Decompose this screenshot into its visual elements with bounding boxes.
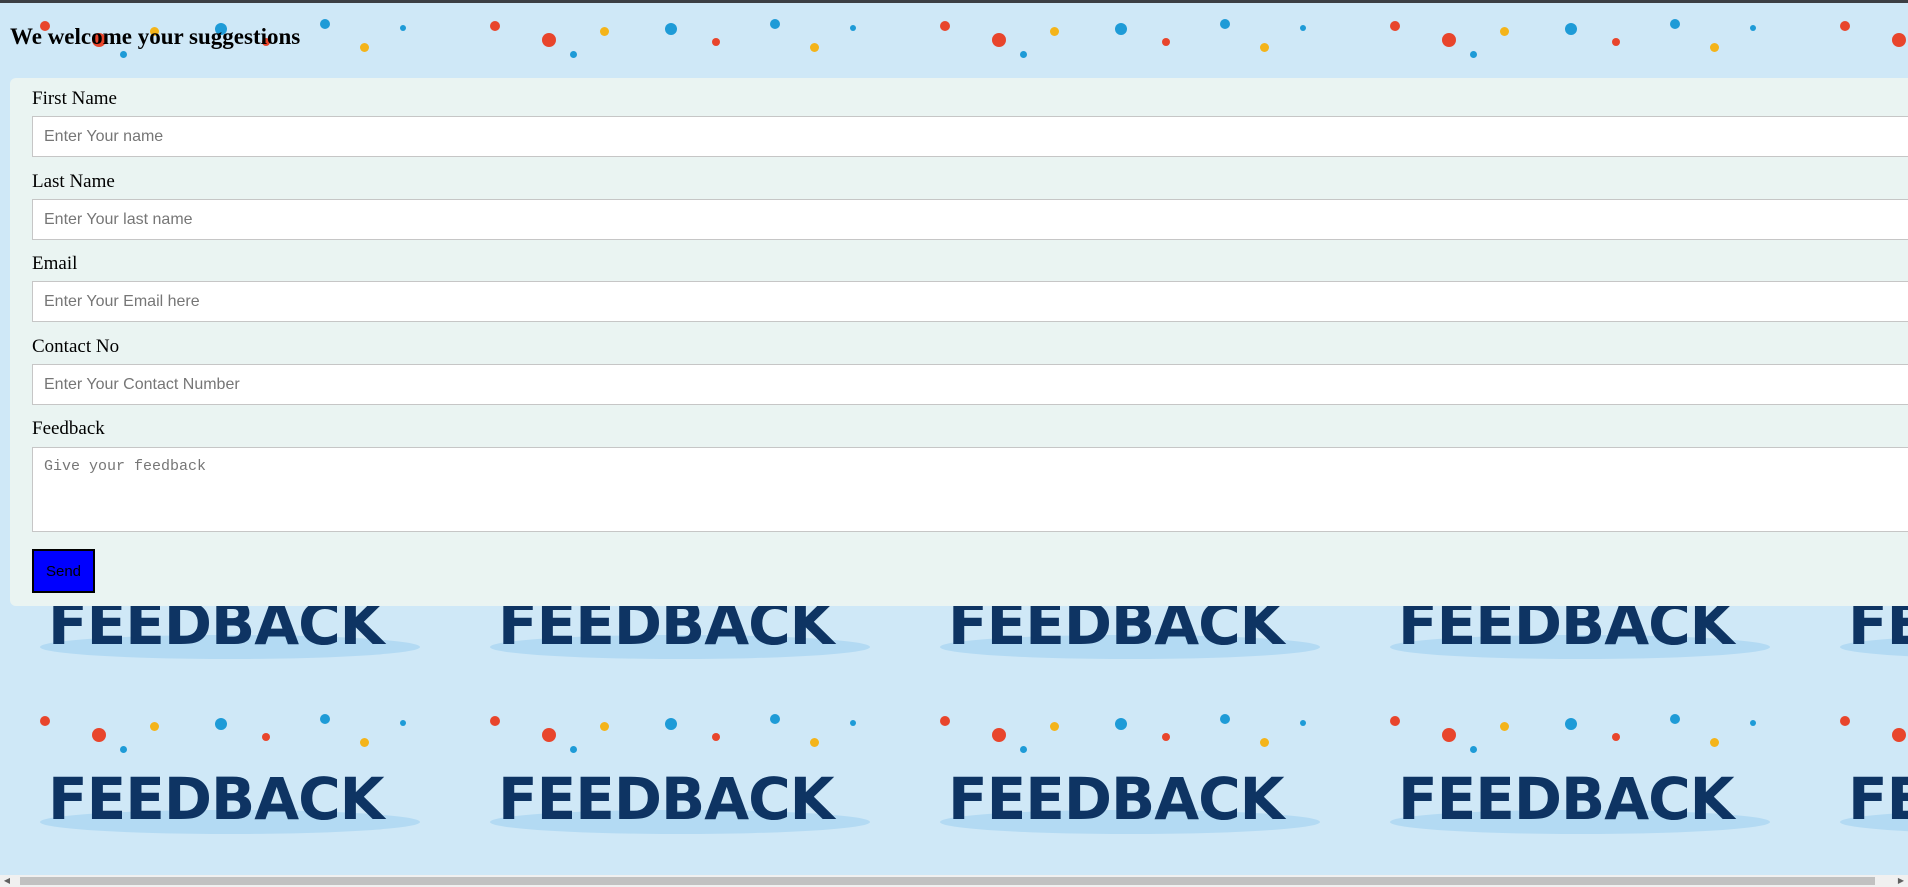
decor-dot-icon (1442, 33, 1456, 47)
feedback-banner-word: FEEDBACK (498, 765, 835, 833)
contact-label: Contact No (32, 336, 120, 357)
decor-dot-icon (1612, 38, 1620, 46)
decor-dot-icon (360, 738, 369, 747)
decor-dot-icon (1115, 23, 1127, 35)
decor-dot-icon (770, 19, 780, 29)
decor-dot-icon (215, 718, 227, 730)
decor-dot-icon (1020, 746, 1027, 753)
feedback-banner-tile: FEEDBACK (450, 698, 900, 848)
decor-dot-icon (1260, 738, 1269, 747)
feedback-banner-tile: FEEDBACK (0, 698, 450, 848)
decor-dot-icon (1115, 718, 1127, 730)
decor-dot-icon (1390, 21, 1400, 31)
decor-dot-icon (600, 27, 609, 36)
decor-dot-icon (1710, 738, 1719, 747)
decor-dot-icon (940, 716, 950, 726)
decor-dot-icon (1050, 27, 1059, 36)
feedback-banner-tile: FEEDBACK (900, 698, 1350, 848)
decor-dot-icon (992, 728, 1006, 742)
decor-dot-icon (1470, 746, 1477, 753)
decor-dot-icon (542, 728, 556, 742)
feedback-banner-word: FEEDBACK (48, 765, 385, 833)
decor-dot-icon (665, 23, 677, 35)
feedback-banner-word: FEEDBACK (1398, 765, 1735, 833)
decor-dot-icon (1670, 714, 1680, 724)
scroll-left-arrow-icon[interactable]: ◀ (0, 875, 14, 887)
decor-dot-icon (150, 722, 159, 731)
decor-dot-icon (770, 714, 780, 724)
decor-dot-icon (1390, 716, 1400, 726)
decor-dot-icon (850, 25, 856, 31)
last-name-label: Last Name (32, 171, 115, 192)
decor-dot-icon (1300, 720, 1306, 726)
decor-dot-icon (120, 51, 127, 58)
decor-dot-icon (1162, 733, 1170, 741)
decor-dot-icon (490, 21, 500, 31)
decor-dot-icon (1840, 716, 1850, 726)
decor-dot-icon (665, 718, 677, 730)
feedback-banner-word: FEEDBACK (1848, 765, 1908, 833)
decor-dot-icon (120, 746, 127, 753)
feedback-label: Feedback (32, 418, 105, 439)
scroll-right-arrow-icon[interactable]: ▶ (1894, 875, 1908, 887)
decor-dot-icon (1220, 714, 1230, 724)
decor-dot-icon (850, 720, 856, 726)
decor-dot-icon (570, 746, 577, 753)
last-name-input[interactable] (32, 199, 1908, 240)
decor-dot-icon (490, 716, 500, 726)
decor-dot-icon (1612, 733, 1620, 741)
decor-dot-icon (400, 720, 406, 726)
decor-dot-icon (1892, 728, 1906, 742)
decor-dot-icon (1892, 33, 1906, 47)
first-name-input[interactable] (32, 116, 1908, 157)
feedback-form: First Name Last Name Email Contact No Fe… (10, 78, 1908, 606)
decor-dot-icon (992, 33, 1006, 47)
decor-dot-icon (1300, 25, 1306, 31)
decor-dot-icon (810, 738, 819, 747)
decor-dot-icon (1840, 21, 1850, 31)
email-input[interactable] (32, 281, 1908, 322)
decor-dot-icon (712, 733, 720, 741)
email-label: Email (32, 253, 78, 274)
feedback-banner-tile: FEEDBACK (1800, 698, 1908, 848)
send-button[interactable]: Send (32, 549, 95, 593)
decor-dot-icon (40, 716, 50, 726)
decor-dot-icon (1220, 19, 1230, 29)
decor-dot-icon (1020, 51, 1027, 58)
decor-dot-icon (570, 51, 577, 58)
decor-dot-icon (1470, 51, 1477, 58)
decor-dot-icon (1260, 43, 1269, 52)
decor-dot-icon (320, 19, 330, 29)
decor-dot-icon (542, 33, 556, 47)
decor-dot-icon (1162, 38, 1170, 46)
decor-dot-icon (360, 43, 369, 52)
decor-dot-icon (1710, 43, 1719, 52)
decor-dot-icon (1565, 23, 1577, 35)
decor-dot-icon (1442, 728, 1456, 742)
contact-input[interactable] (32, 364, 1908, 405)
page-title: We welcome your suggestions (10, 24, 301, 49)
decor-dot-icon (940, 21, 950, 31)
decor-dot-icon (1050, 722, 1059, 731)
decor-dot-icon (1565, 718, 1577, 730)
decor-dot-icon (1670, 19, 1680, 29)
decor-dot-icon (712, 38, 720, 46)
decor-dot-icon (400, 25, 406, 31)
decor-dot-icon (1500, 722, 1509, 731)
decor-dot-icon (1750, 25, 1756, 31)
decor-dot-icon (92, 728, 106, 742)
decor-dot-icon (262, 733, 270, 741)
feedback-textarea[interactable] (32, 447, 1908, 532)
horizontal-scrollbar[interactable]: ◀ ▶ (0, 875, 1908, 887)
decor-dot-icon (1750, 720, 1756, 726)
decor-dot-icon (320, 714, 330, 724)
feedback-banner-tile: FEEDBACK (1350, 698, 1800, 848)
scrollbar-thumb[interactable] (20, 877, 1875, 885)
feedback-banner-word: FEEDBACK (948, 765, 1285, 833)
decor-dot-icon (810, 43, 819, 52)
first-name-label: First Name (32, 88, 117, 109)
decor-dot-icon (1500, 27, 1509, 36)
decor-dot-icon (600, 722, 609, 731)
